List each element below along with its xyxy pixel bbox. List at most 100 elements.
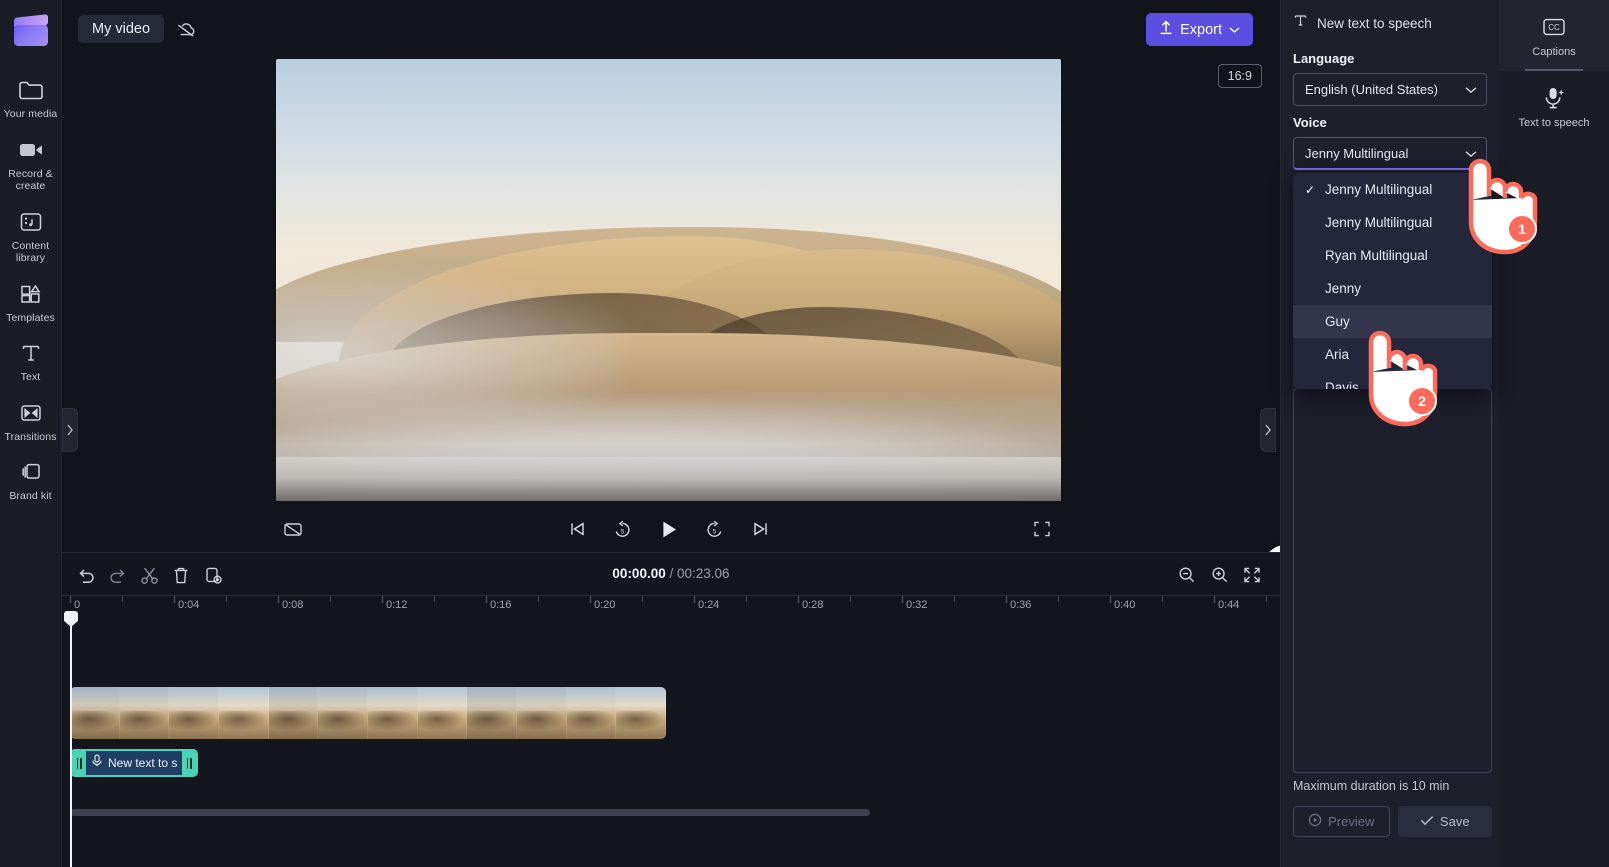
ruler-tick: 0:28 [798,596,823,611]
preview-button[interactable]: Preview [1293,806,1390,837]
ruler-tick-minor [642,596,643,602]
step-badge-1: 1 [1507,214,1537,244]
duplicate-button[interactable] [200,562,226,588]
ruler-tick-label: 0:04 [178,599,200,611]
right-sidebar: CC Captions Text to speech [1499,0,1609,867]
panel-title: New text to speech [1317,15,1432,31]
ruler-tick-label: 0:20 [594,599,616,611]
aspect-ratio-badge[interactable]: 16:9 [1217,64,1262,88]
ruler-tick-label: 0:12 [386,599,408,611]
ruler-tick-minor [226,596,227,602]
clip-thumbnail [566,687,617,739]
cloud-off-icon[interactable] [172,16,200,44]
clip-thumbnail [119,687,170,739]
ruler-tick-label: 0:24 [698,599,720,611]
clip-label: New text to s [108,756,178,770]
redo-button[interactable] [104,562,130,588]
left-sidebar: Your media Record & create Content libra… [0,0,62,867]
tab-text-to-speech[interactable]: Text to speech [1499,71,1609,142]
ruler-tick-minor [122,596,123,602]
rewind-5s-button[interactable]: 5 [610,516,636,542]
forward-5s-button[interactable]: 5 [702,516,728,542]
export-button[interactable]: Export [1146,13,1253,46]
clipchamp-logo-icon[interactable] [13,14,48,46]
voice-option-label: Davis [1325,380,1359,389]
ruler-tick-label: 0 [74,599,81,611]
undo-button[interactable] [73,562,99,588]
clipchamp-video-editor: Your media Record & create Content libra… [0,0,1609,867]
ruler-tick-label: 0:40 [1114,599,1136,611]
sidebar-item-label: Transitions [4,430,57,443]
ruler-tick-minor [538,596,539,602]
voice-option[interactable]: Jenny [1293,272,1492,305]
timeline-ruler[interactable]: 0 0:04 0:08 0:12 0:16 0:20 0:24 0:28 0:32 0:36 0:4… [62,595,1280,621]
ruler-tick-minor [1162,596,1163,602]
video-clip[interactable] [70,687,666,739]
sidebar-item-label: Your media [3,108,58,120]
play-button[interactable] [656,516,682,542]
voice-label: Voice [1293,115,1327,130]
folder-icon [18,77,44,103]
split-button[interactable] [136,562,162,588]
ruler-tick-minor [1058,596,1059,602]
sidebar-item-label: Text [20,371,41,383]
sidebar-item-label: Record & create [8,167,53,193]
player-controls: 5 5 [276,510,1061,548]
preview-label: Preview [1328,814,1375,829]
content-library-icon [19,209,43,235]
text-to-speech-icon [1541,84,1567,112]
ruler-tick-minor [954,596,955,602]
microphone-icon [91,754,103,772]
captions-off-icon[interactable] [280,516,306,542]
play-circle-icon [1308,813,1322,830]
video-preview-canvas[interactable] [276,59,1061,501]
clip-thumbnail [417,687,468,739]
sidebar-item-your-media[interactable]: Your media [0,68,62,128]
clip-thumbnail [368,687,418,739]
sidebar-item-label: Content library [11,239,50,265]
cursor-annotation-step-2: 2 [1355,320,1445,435]
ruler-tick-minor [850,596,851,602]
ruler-tick: 0:44 [1214,596,1239,611]
skip-to-start-button[interactable] [564,516,590,542]
clip-thumbnail [268,687,319,739]
ruler-tick-label: 0:36 [1010,599,1032,611]
zoom-in-button[interactable] [1207,562,1233,588]
ruler-tick: 0:40 [1110,596,1135,611]
sidebar-item-label: Brand kit [9,490,52,502]
check-icon [1420,814,1434,829]
text-to-speech-clip[interactable]: New text to s [70,749,198,777]
text-icon [20,340,42,366]
save-button[interactable]: Save [1397,806,1492,837]
voice-option-label: Jenny Multilingual [1325,182,1433,197]
clip-trim-handle-right[interactable] [182,751,196,775]
sidebar-item-text[interactable]: Text [0,331,62,391]
tab-captions[interactable]: CC Captions [1499,0,1609,71]
sidebar-item-record-create[interactable]: Record & create [0,128,62,200]
fit-to-screen-button[interactable] [1239,562,1265,588]
delete-button[interactable] [168,562,194,588]
sidebar-item-transitions[interactable]: Transitions [0,391,62,451]
timeline-horizontal-scrollbar[interactable] [70,809,870,816]
language-label: Language [1293,51,1355,66]
templates-icon [19,281,43,307]
sidebar-item-templates[interactable]: Templates [0,272,62,332]
playhead[interactable] [64,611,78,867]
transitions-icon [19,400,43,426]
ruler-tick: 0 [70,596,80,611]
zoom-out-button[interactable] [1174,562,1200,588]
clip-thumbnail [219,687,269,739]
sidebar-item-brand-kit[interactable]: Brand kit [0,450,62,510]
skip-to-end-button[interactable] [748,516,774,542]
timeline-toolbar: 00:00.00 / 00:23.06 [62,553,1280,595]
clip-thumbnail [517,687,567,739]
language-select[interactable]: English (United States) [1293,73,1487,106]
clip-trim-handle-left[interactable] [72,751,86,775]
fullscreen-button[interactable] [1029,516,1055,542]
svg-text:CC: CC [1548,23,1560,32]
ruler-tick-label: 0:44 [1218,599,1240,611]
project-title-input[interactable]: My video [78,15,165,43]
text-to-speech-textarea[interactable] [1293,388,1492,773]
clip-thumbnail [70,687,120,739]
sidebar-item-content-library[interactable]: Content library [0,200,62,272]
